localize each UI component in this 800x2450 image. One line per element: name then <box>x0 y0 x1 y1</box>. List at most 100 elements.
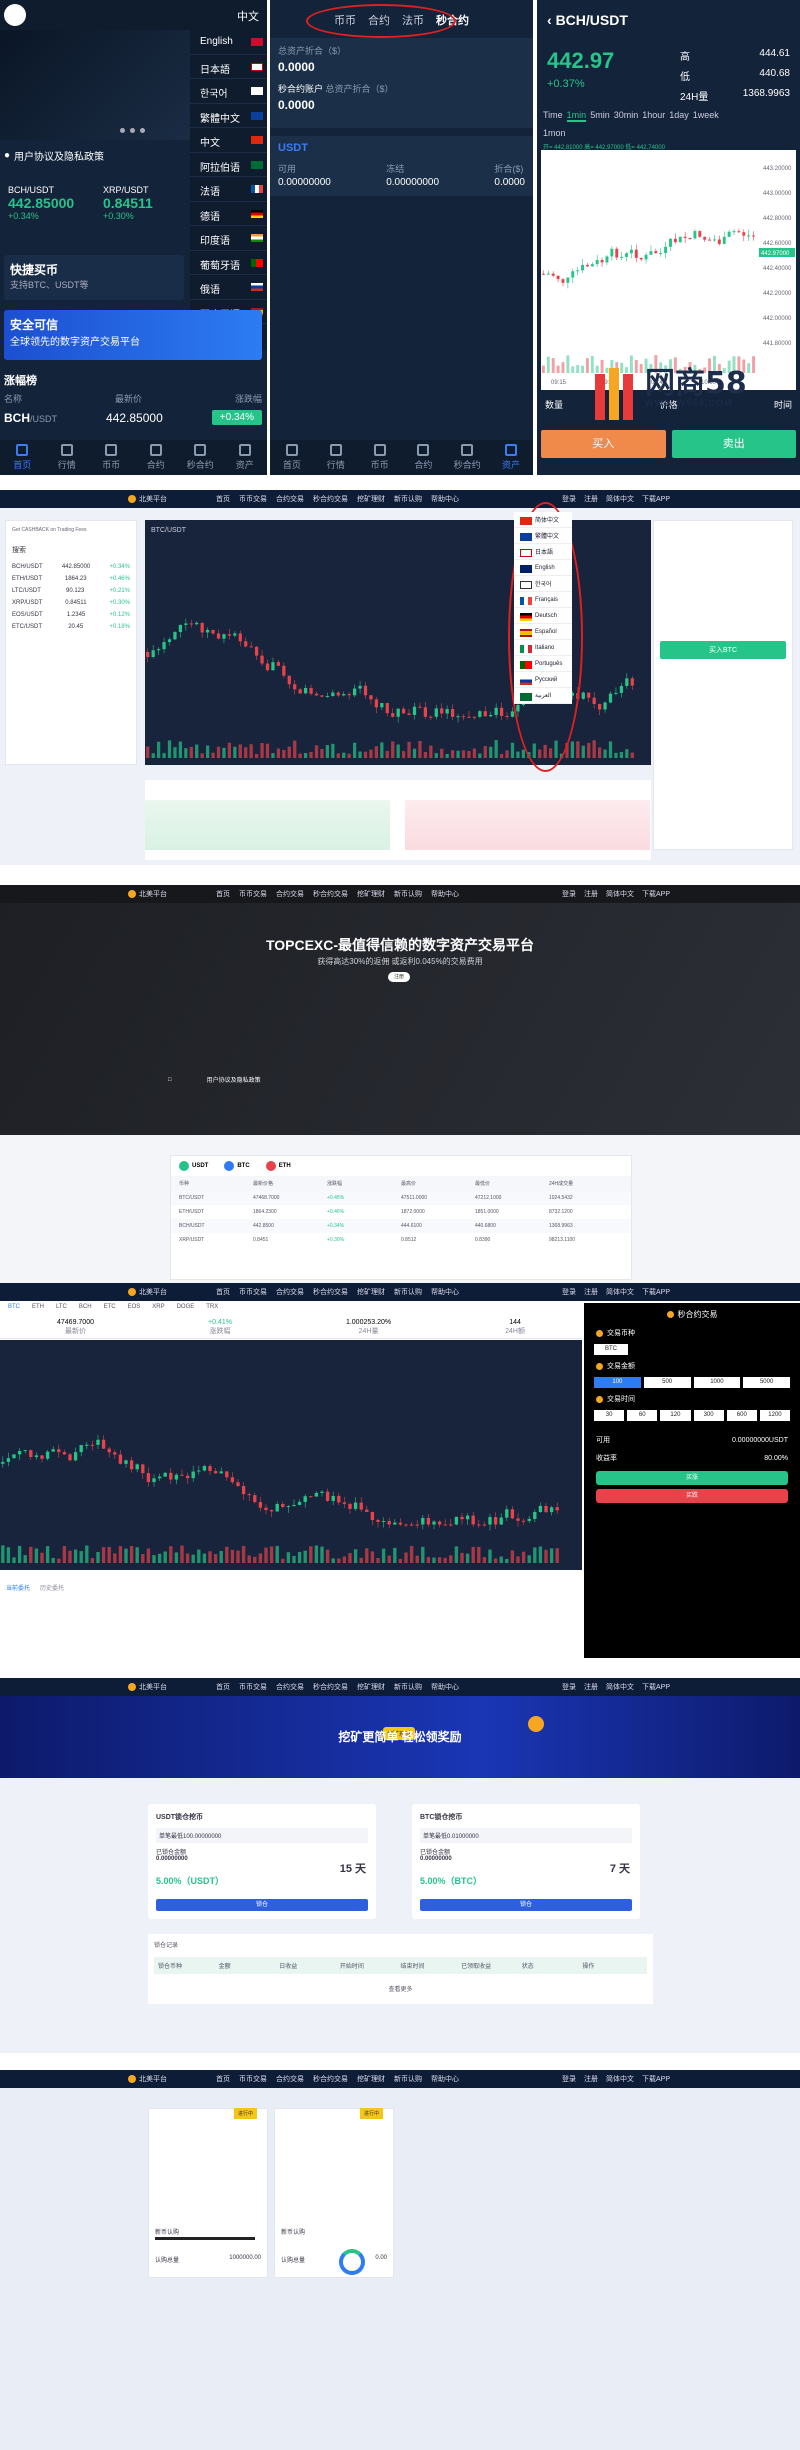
download-link[interactable]: 下载APP <box>642 889 670 899</box>
nav-item[interactable]: 首页 <box>216 1287 230 1297</box>
register-link[interactable]: 注册 <box>584 889 598 899</box>
lang-select[interactable]: 简体中文 <box>606 494 634 504</box>
time-option[interactable]: 1200 <box>759 1410 791 1421</box>
nav-item[interactable]: 币币交易 <box>239 1682 267 1692</box>
lang-option[interactable]: Português <box>514 656 572 672</box>
kline-chart[interactable]: 443.20000 443.00000 442.80000 442.60000 … <box>541 150 796 390</box>
amount-option[interactable]: 5000 <box>743 1377 790 1388</box>
trade-chart[interactable] <box>0 1340 582 1570</box>
time-option[interactable]: 120 <box>660 1410 691 1421</box>
nav-item[interactable]: 新币认购 <box>394 494 422 504</box>
time-option[interactable]: 60 <box>627 1410 658 1421</box>
nav-item[interactable]: 新币认购 <box>394 889 422 899</box>
lang-option[interactable]: 繁體中文 <box>514 528 572 544</box>
ticker[interactable]: XRP/USDT 0.84511 +0.30% <box>95 185 190 221</box>
lang-item[interactable]: 日本語 <box>190 55 267 79</box>
nav-item[interactable]: 合约交易 <box>276 1682 304 1692</box>
login-link[interactable]: 登录 <box>562 2074 576 2084</box>
nav-item[interactable]: 币币交易 <box>239 1287 267 1297</box>
nav-item[interactable]: 首页 <box>216 2074 230 2084</box>
tab-spot[interactable]: 币币 <box>358 440 402 475</box>
tab-eth[interactable]: ETH <box>265 1161 291 1171</box>
lang-option[interactable]: 简体中文 <box>514 512 572 528</box>
pair-tab[interactable]: TRX <box>206 1304 218 1310</box>
pair-tab[interactable]: ETC <box>104 1304 116 1310</box>
tab-contract[interactable]: 合约 <box>401 440 445 475</box>
download-link[interactable]: 下载APP <box>642 494 670 504</box>
market-row[interactable]: ETH/USDT 1864.23 +0.46% <box>6 573 136 585</box>
market-row[interactable]: XRP/USDT 0.84511 +0.30% <box>6 597 136 609</box>
logo[interactable]: 北美平台 <box>128 494 188 504</box>
lock-button[interactable]: 锁仓 <box>156 1899 368 1911</box>
buy-up-button[interactable]: 买涨 <box>596 1471 788 1485</box>
lang-item[interactable]: 葡萄牙语 <box>190 251 267 275</box>
market-row[interactable]: ETC/USDT 20.45 +0.18% <box>6 621 136 633</box>
time-option[interactable]: 300 <box>693 1410 724 1421</box>
gainers-row[interactable]: BCH/USDT 442.85000 +0.34% <box>4 410 262 425</box>
lang-option[interactable]: 日本語 <box>514 544 572 560</box>
coin-row[interactable]: USDT 可用 0.00000000 冻结 0.00000000 折合($) 0.00… <box>270 136 533 196</box>
nav-item[interactable]: 合约交易 <box>276 889 304 899</box>
interval[interactable]: 1mon <box>543 128 566 138</box>
tab-spot[interactable]: 币币 <box>89 440 134 475</box>
lang-option[interactable]: Español <box>514 624 572 640</box>
time-option[interactable]: 600 <box>726 1410 757 1421</box>
table-row[interactable]: XRP/USDT 0.8451 +0.30% 0.8512 0.8390 98213.1… <box>171 1233 631 1247</box>
tab-market[interactable]: 行情 <box>45 440 90 475</box>
safe-card[interactable]: 安全可信 全球领先的数字资产交易平台 <box>4 310 262 360</box>
nav-item[interactable]: 帮助中心 <box>431 1682 459 1692</box>
download-link[interactable]: 下载APP <box>642 1287 670 1297</box>
pair-tab[interactable]: BTC <box>8 1304 20 1310</box>
download-link[interactable]: 下载APP <box>642 2074 670 2084</box>
nav-item[interactable]: 挖矿理财 <box>357 889 385 899</box>
interval[interactable]: 30min <box>614 110 639 122</box>
logo[interactable]: 北美平台 <box>128 889 188 899</box>
logo[interactable]: 北美平台 <box>128 1682 188 1692</box>
lang-select[interactable]: 简体中文 <box>606 1682 634 1692</box>
nav-item[interactable]: 币币交易 <box>239 2074 267 2084</box>
register-button[interactable]: 注册 <box>388 972 410 982</box>
view-more-link[interactable]: 查看更多 <box>154 1984 647 1993</box>
nav-item[interactable]: 秒合约交易 <box>313 1287 348 1297</box>
lang-option[interactable]: العربية <box>514 688 572 704</box>
ido-card[interactable]: 进行中 新币认购 认购总量 0.00 <box>274 2108 394 2278</box>
nav-item[interactable]: 秒合约交易 <box>313 889 348 899</box>
nav-item[interactable]: 挖矿理财 <box>357 494 385 504</box>
table-row[interactable]: ETH/USDT 1864.2300 +0.46% 1872.0000 1851.00… <box>171 1205 631 1219</box>
nav-item[interactable]: 新币认购 <box>394 1682 422 1692</box>
tab-second[interactable]: 秒合约 <box>445 440 489 475</box>
logo[interactable]: 北美平台 <box>128 2074 188 2084</box>
logo[interactable]: 北美平台 <box>128 1287 188 1297</box>
lang-select[interactable]: 简体中文 <box>606 1287 634 1297</box>
nav-item[interactable]: 首页 <box>216 494 230 504</box>
lang-option[interactable]: 한국어 <box>514 576 572 592</box>
promo-banner[interactable]: Get CASHBACK on Trading Fees <box>6 521 136 539</box>
nav-item[interactable]: 新币认购 <box>394 2074 422 2084</box>
tab-contract[interactable]: 合约 <box>134 440 179 475</box>
nav-item[interactable]: 合约交易 <box>276 1287 304 1297</box>
tab-usdt[interactable]: USDT <box>179 1161 208 1171</box>
interval[interactable]: 1day <box>669 110 689 122</box>
pair-tab[interactable]: EOS <box>128 1304 141 1310</box>
table-row[interactable]: BTC/USDT 47468.7000 +0.45% 47511.0000 47212… <box>171 1191 631 1205</box>
nav-item[interactable]: 合约交易 <box>276 494 304 504</box>
interval[interactable]: 1min <box>566 110 587 122</box>
market-row[interactable]: BCH/USDT 442.85000 +0.34% <box>6 561 136 573</box>
lang-item[interactable]: 印度语 <box>190 226 267 251</box>
tab-btc[interactable]: BTC <box>224 1161 250 1171</box>
carousel-dots[interactable] <box>120 128 145 133</box>
amount-option[interactable]: 1000 <box>693 1377 741 1388</box>
ticker[interactable]: BCH/USDT 442.85000 +0.34% <box>0 185 95 221</box>
notice[interactable]: ● 用户协议及隐私政策 <box>4 148 104 163</box>
nav-item[interactable]: 秒合约交易 <box>313 494 348 504</box>
lang-item[interactable]: 阿拉伯语 <box>190 153 267 177</box>
lang-item[interactable]: 繁體中文 <box>190 104 267 128</box>
pair-tab[interactable]: XRP <box>152 1304 164 1310</box>
tab-market[interactable]: 行情 <box>314 440 358 475</box>
nav-item[interactable]: 挖矿理财 <box>357 1682 385 1692</box>
lang-option[interactable]: English <box>514 560 572 576</box>
nav-item[interactable]: 秒合约交易 <box>313 2074 348 2084</box>
nav-item[interactable]: 首页 <box>216 1682 230 1692</box>
quick-buy-card[interactable]: 快捷买币 支持BTC、USDT等 <box>4 255 184 300</box>
nav-item[interactable]: 新币认购 <box>394 1287 422 1297</box>
